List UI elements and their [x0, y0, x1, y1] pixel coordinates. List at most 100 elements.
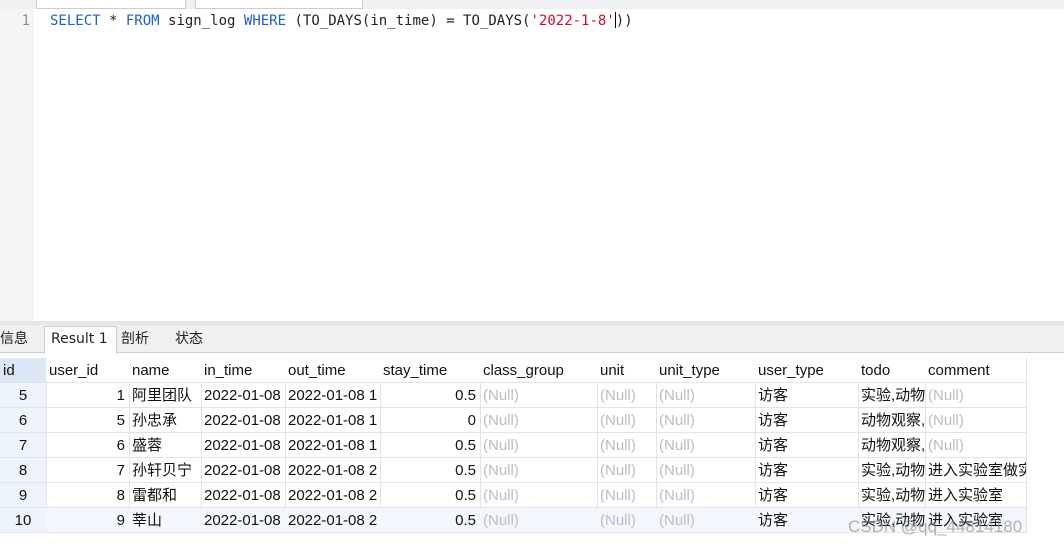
cell-out-time[interactable]: 2022-01-08 1 — [285, 433, 381, 458]
cell-user-id[interactable]: 6 — [46, 433, 130, 458]
cell-id[interactable]: 8 — [0, 458, 47, 483]
cell-stay-time[interactable]: 0.5 — [380, 433, 481, 458]
cell-user-type[interactable]: 访客 — [755, 408, 859, 433]
cell-comment[interactable]: (Null) — [925, 383, 1027, 408]
cell-user-id[interactable]: 7 — [46, 458, 130, 483]
cell-id[interactable]: 7 — [0, 433, 47, 458]
cell-unit[interactable]: (Null) — [597, 483, 657, 508]
column-header-out-time[interactable]: out_time — [285, 358, 381, 383]
cell-unit[interactable]: (Null) — [597, 508, 657, 533]
closing-parens: )) — [615, 13, 633, 29]
cell-name[interactable]: 阿里团队 — [129, 383, 202, 408]
cell-todo[interactable]: 动物观察, — [858, 433, 926, 458]
tab-info[interactable]: 信息 — [0, 327, 34, 353]
column-header-in-time[interactable]: in_time — [201, 358, 286, 383]
line-number: 1 — [21, 13, 30, 29]
query-tab-stub[interactable] — [195, 0, 363, 9]
column-header-unit[interactable]: unit — [597, 358, 657, 383]
cell-unit-type[interactable]: (Null) — [656, 383, 756, 408]
cell-stay-time[interactable]: 0 — [380, 408, 481, 433]
tab-result-1[interactable]: Result 1 — [44, 326, 117, 354]
cell-id[interactable]: 6 — [0, 408, 47, 433]
column-header-user-id[interactable]: user_id — [46, 358, 130, 383]
cell-out-time[interactable]: 2022-01-08 2 — [285, 458, 381, 483]
column-header-unit-type[interactable]: unit_type — [656, 358, 756, 383]
cell-class-group[interactable]: (Null) — [480, 383, 598, 408]
cell-unit[interactable]: (Null) — [597, 408, 657, 433]
cell-comment[interactable]: (Null) — [925, 408, 1027, 433]
watermark: CSDN @qq_44814180 — [848, 517, 1023, 536]
keyword-select: SELECT — [50, 13, 101, 29]
column-header-class-group[interactable]: class_group — [480, 358, 598, 383]
cell-user-id[interactable]: 5 — [46, 408, 130, 433]
line-gutter: 1 — [0, 9, 34, 321]
cell-unit-type[interactable]: (Null) — [656, 458, 756, 483]
cell-unit-type[interactable]: (Null) — [656, 483, 756, 508]
cell-name[interactable]: 孙轩贝宁 — [129, 458, 202, 483]
cell-id[interactable]: 10 — [0, 508, 47, 533]
sql-editor[interactable]: 1 SELECT * FROM sign_log WHERE (TO_DAYS(… — [0, 9, 1064, 321]
select-star: * — [100, 13, 126, 29]
cell-user-type[interactable]: 访客 — [755, 433, 859, 458]
cell-name[interactable]: 莘山 — [129, 508, 202, 533]
cell-class-group[interactable]: (Null) — [480, 483, 598, 508]
cell-name[interactable]: 孙忠承 — [129, 408, 202, 433]
cell-stay-time[interactable]: 0.5 — [380, 383, 481, 408]
cell-todo[interactable]: 动物观察, — [858, 408, 926, 433]
cell-user-type[interactable]: 访客 — [755, 483, 859, 508]
column-header-name[interactable]: name — [129, 358, 202, 383]
cell-out-time[interactable]: 2022-01-08 2 — [285, 483, 381, 508]
column-header-user-type[interactable]: user_type — [755, 358, 859, 383]
top-tab-strip — [0, 0, 1064, 9]
cell-user-type[interactable]: 访客 — [755, 383, 859, 408]
cell-in-time[interactable]: 2022-01-08 — [201, 383, 286, 408]
cell-user-type[interactable]: 访客 — [755, 458, 859, 483]
cell-name[interactable]: 盛蓉 — [129, 433, 202, 458]
date-literal: '2022-1-8' — [530, 13, 615, 29]
cell-out-time[interactable]: 2022-01-08 2 — [285, 508, 381, 533]
cell-name[interactable]: 雷都和 — [129, 483, 202, 508]
cell-in-time[interactable]: 2022-01-08 — [201, 483, 286, 508]
column-header-stay-time[interactable]: stay_time — [380, 358, 481, 383]
cell-unit-type[interactable]: (Null) — [656, 433, 756, 458]
column-header-comment[interactable]: comment — [925, 358, 1027, 383]
cell-out-time[interactable]: 2022-01-08 1 — [285, 408, 381, 433]
sql-code-line[interactable]: SELECT * FROM sign_log WHERE (TO_DAYS(in… — [50, 11, 633, 31]
cell-in-time[interactable]: 2022-01-08 — [201, 408, 286, 433]
cell-class-group[interactable]: (Null) — [480, 508, 598, 533]
column-header-todo[interactable]: todo — [858, 358, 926, 383]
cell-class-group[interactable]: (Null) — [480, 458, 598, 483]
cell-out-time[interactable]: 2022-01-08 1 — [285, 383, 381, 408]
cell-unit[interactable]: (Null) — [597, 433, 657, 458]
column-header-id[interactable]: id — [0, 358, 47, 383]
cell-stay-time[interactable]: 0.5 — [380, 458, 481, 483]
cell-in-time[interactable]: 2022-01-08 — [201, 458, 286, 483]
query-tab-stub[interactable] — [36, 0, 186, 9]
cell-user-type[interactable]: 访客 — [755, 508, 859, 533]
tab-status[interactable]: 状态 — [169, 327, 209, 353]
where-expression: (TO_DAYS(in_time) = TO_DAYS( — [286, 13, 531, 29]
cell-id[interactable]: 9 — [0, 483, 47, 508]
cell-unit-type[interactable]: (Null) — [656, 508, 756, 533]
cell-in-time[interactable]: 2022-01-08 — [201, 433, 286, 458]
cell-unit[interactable]: (Null) — [597, 458, 657, 483]
cell-id[interactable]: 5 — [0, 383, 47, 408]
cell-class-group[interactable]: (Null) — [480, 408, 598, 433]
cell-stay-time[interactable]: 0.5 — [380, 483, 481, 508]
keyword-where: WHERE — [243, 13, 287, 29]
cell-todo[interactable]: 实验,动物 — [858, 458, 926, 483]
cell-in-time[interactable]: 2022-01-08 — [201, 508, 286, 533]
cell-class-group[interactable]: (Null) — [480, 433, 598, 458]
cell-comment[interactable]: (Null) — [925, 433, 1027, 458]
cell-stay-time[interactable]: 0.5 — [380, 508, 481, 533]
cell-user-id[interactable]: 1 — [46, 383, 130, 408]
cell-unit[interactable]: (Null) — [597, 383, 657, 408]
cell-todo[interactable]: 实验,动物 — [858, 483, 926, 508]
cell-user-id[interactable]: 9 — [46, 508, 130, 533]
cell-unit-type[interactable]: (Null) — [656, 408, 756, 433]
cell-comment[interactable]: 进入实验室做实 — [925, 458, 1027, 483]
cell-todo[interactable]: 实验,动物 — [858, 383, 926, 408]
tab-profile[interactable]: 剖析 — [115, 327, 155, 353]
cell-comment[interactable]: 进入实验室 — [925, 483, 1027, 508]
cell-user-id[interactable]: 8 — [46, 483, 130, 508]
